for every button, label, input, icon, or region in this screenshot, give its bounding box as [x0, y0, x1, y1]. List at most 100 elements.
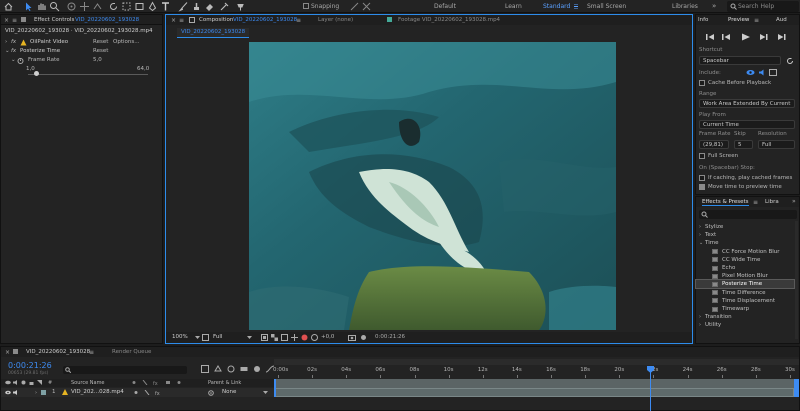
- shortcut-dropdown[interactable]: Spacebar: [699, 56, 781, 65]
- chevron-right-icon[interactable]: ›: [699, 232, 701, 238]
- parent-pickwhip-icon[interactable]: [208, 390, 214, 396]
- eraser-tool-icon[interactable]: [204, 1, 215, 12]
- effect-row-oilpaint[interactable]: › fx OilPaint Video Reset Options...: [1, 38, 162, 47]
- options-button[interactable]: Options...: [113, 39, 139, 45]
- mask-visibility-icon[interactable]: [281, 334, 288, 341]
- composition-tab-label[interactable]: Composition: [199, 17, 233, 23]
- next-frame-icon[interactable]: [760, 34, 768, 40]
- grid-guides-icon[interactable]: [291, 334, 298, 341]
- workspace-default[interactable]: Default: [434, 3, 456, 10]
- audio-tab[interactable]: Aud: [776, 17, 787, 23]
- shy-layers-icon[interactable]: [227, 365, 235, 373]
- panel-menu-icon[interactable]: ≡: [89, 349, 94, 356]
- channel-icon[interactable]: [301, 334, 308, 341]
- effects-tree-item[interactable]: › Transition: [696, 313, 794, 321]
- timeline-timecode[interactable]: 0:00:21:26: [8, 361, 52, 370]
- effects-search-field[interactable]: [699, 210, 797, 219]
- workspace-learn[interactable]: Learn: [505, 3, 522, 10]
- zoom-dropdown[interactable]: 100%: [172, 334, 188, 340]
- snap-options-icon-2[interactable]: [361, 1, 372, 12]
- range-dropdown[interactable]: Work Area Extended By Current ...: [699, 99, 795, 108]
- rotation-tool-icon[interactable]: [108, 1, 119, 12]
- full-screen-checkbox[interactable]: [699, 153, 705, 159]
- selection-tool-icon[interactable]: [23, 1, 34, 12]
- frame-rate-slider-track[interactable]: [28, 74, 148, 75]
- skip-dropdown[interactable]: 5: [734, 140, 753, 149]
- param-value[interactable]: 5,0: [93, 57, 102, 63]
- reset-button[interactable]: Reset: [93, 39, 108, 45]
- playhead-handle[interactable]: [647, 366, 655, 373]
- expand-arrow-icon[interactable]: ⌄: [11, 57, 16, 63]
- pan-behind-tool-icon[interactable]: [121, 1, 132, 12]
- effects-scrollbar[interactable]: [795, 221, 798, 339]
- chevron-right-icon[interactable]: ›: [699, 224, 701, 230]
- camera-snapshot-icon[interactable]: [348, 334, 356, 341]
- reset-exposure-icon[interactable]: [311, 334, 318, 341]
- include-video-icon[interactable]: [746, 69, 755, 76]
- effect-controls-tab-label[interactable]: Effect Controls: [34, 17, 74, 23]
- brush-tool-icon[interactable]: [178, 1, 189, 12]
- effects-tree-item[interactable]: Echo: [696, 264, 794, 272]
- motion-blur-icon[interactable]: [253, 365, 261, 373]
- panel-menu-icon[interactable]: ≡: [179, 17, 184, 24]
- effects-tree-item[interactable]: Time Difference: [696, 289, 794, 297]
- expand-arrow-icon[interactable]: ›: [5, 39, 7, 45]
- resolution-dropdown[interactable]: Full: [758, 140, 795, 149]
- cache-before-playback-checkbox[interactable]: [699, 80, 705, 86]
- first-frame-icon[interactable]: [706, 34, 714, 40]
- chevron-down-icon[interactable]: [195, 336, 200, 339]
- current-time-display[interactable]: 0:00:21:26: [375, 334, 405, 340]
- close-icon[interactable]: ×: [4, 17, 9, 24]
- puppet-pin-icon[interactable]: [235, 1, 246, 12]
- resolution-dropdown[interactable]: Full: [213, 334, 222, 340]
- comp-flowchart-button[interactable]: VID_20220602_193028: [177, 28, 250, 38]
- frame-rate-slider-thumb[interactable]: [34, 71, 39, 76]
- layer-expand-icon[interactable]: ›: [35, 390, 37, 396]
- play-icon[interactable]: [742, 33, 750, 41]
- work-area-end-handle[interactable]: [794, 379, 799, 397]
- if-caching-checkbox[interactable]: [699, 175, 705, 181]
- rectangle-tool-icon[interactable]: [134, 1, 145, 12]
- timeline-layer-row[interactable]: › 1 VID_202...028.mp4 fx None: [1, 388, 274, 397]
- panel-menu-icon[interactable]: ≡: [754, 17, 759, 24]
- eye-visibility-icon[interactable]: [5, 390, 11, 395]
- roto-brush-icon[interactable]: [219, 1, 230, 12]
- comp-mini-flowchart-icon[interactable]: [201, 365, 209, 373]
- show-snapshot-icon[interactable]: [360, 334, 367, 341]
- effects-tree-item[interactable]: › Stylize: [696, 223, 794, 231]
- render-queue-tab[interactable]: Render Queue: [112, 349, 151, 355]
- workspace-overflow-icon[interactable]: »: [712, 2, 716, 10]
- layer-source-name[interactable]: VID_202...028.mp4: [71, 389, 124, 395]
- type-tool-icon[interactable]: [160, 1, 171, 12]
- close-icon[interactable]: ×: [171, 17, 176, 24]
- layer-clip-bar[interactable]: [274, 388, 794, 397]
- hand-tool-icon[interactable]: [36, 1, 47, 12]
- pen-tool-icon[interactable]: [147, 1, 158, 12]
- draft-3d-icon[interactable]: [214, 365, 222, 373]
- source-name-header[interactable]: Source Name: [71, 380, 105, 386]
- reset-button[interactable]: Reset: [93, 48, 108, 54]
- last-frame-icon[interactable]: [778, 34, 786, 40]
- effects-tree-item[interactable]: Pixel Motion Blur: [696, 272, 794, 280]
- parent-link-header[interactable]: Parent & Link: [208, 380, 241, 386]
- panel-menu-icon[interactable]: ≡: [753, 199, 758, 206]
- effects-tree-item[interactable]: Timewarp: [696, 305, 794, 313]
- info-tab[interactable]: Info: [698, 17, 708, 23]
- layer-tab[interactable]: Layer (none): [318, 17, 353, 23]
- effect-row-posterize[interactable]: ⌄ fx Posterize Time Reset: [1, 47, 162, 56]
- timeline-search-field[interactable]: [63, 366, 187, 374]
- home-icon[interactable]: [3, 1, 14, 12]
- effect-controls-tab-file[interactable]: VID_20220602_193028: [75, 17, 139, 23]
- composition-viewer[interactable]: [249, 42, 616, 330]
- effects-presets-tab[interactable]: Effects & Presets: [702, 199, 749, 206]
- work-area-start-handle[interactable]: [274, 379, 276, 397]
- preview-tab[interactable]: Preview: [728, 17, 749, 23]
- workspace-small-screen[interactable]: Small Screen: [587, 3, 626, 10]
- stopwatch-icon[interactable]: [17, 57, 24, 64]
- orbit-camera-icon[interactable]: [66, 1, 77, 12]
- audio-visibility-icon[interactable]: [13, 390, 18, 395]
- pan-camera-icon[interactable]: [79, 1, 90, 12]
- layer-label-color[interactable]: [41, 390, 46, 395]
- include-audio-icon[interactable]: [758, 69, 766, 76]
- zoom-tool-icon[interactable]: [49, 1, 60, 12]
